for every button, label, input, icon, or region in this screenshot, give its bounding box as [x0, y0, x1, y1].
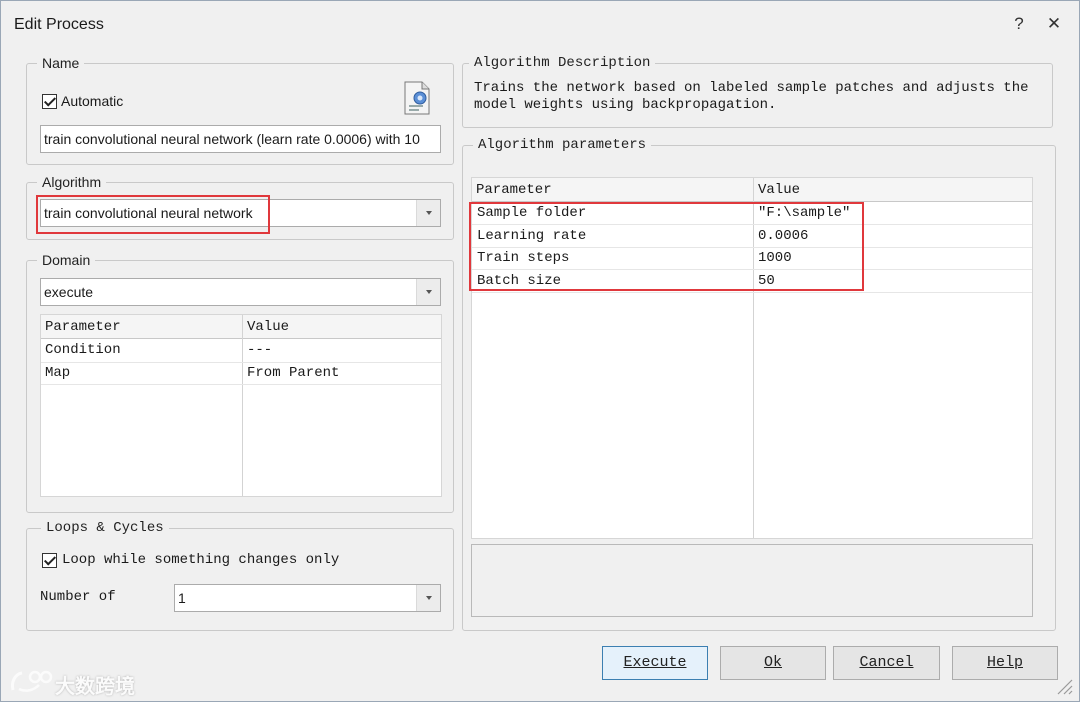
table-row-value[interactable]: --- — [247, 339, 272, 361]
table-row-parameter[interactable]: Batch size — [477, 270, 561, 292]
name-legend: Name — [37, 54, 85, 72]
cancel-button-label: Cancel — [859, 654, 914, 671]
table-row-parameter[interactable]: Condition — [45, 339, 121, 361]
table-row-parameter[interactable]: Map — [45, 362, 70, 384]
cancel-button[interactable]: Cancel — [833, 646, 940, 680]
column-header-value: Value — [758, 182, 801, 198]
algorithm-parameter-table: Parameter Value Sample folder "F:\sample… — [471, 177, 1033, 539]
table-row-value[interactable]: From Parent — [247, 362, 339, 384]
help-icon[interactable]: ? — [1008, 14, 1030, 34]
algorithm-select-value: train convolutional neural network — [44, 205, 253, 221]
table-row-value[interactable]: 50 — [758, 270, 775, 292]
domain-parameter-table: Parameter Value Condition --- Map From P… — [40, 314, 442, 497]
chevron-down-icon[interactable] — [416, 279, 440, 305]
ok-button[interactable]: Ok — [720, 646, 826, 680]
table-row-value[interactable]: 0.0006 — [758, 225, 808, 247]
row-divider — [41, 384, 441, 385]
help-button-label: Help — [986, 654, 1023, 671]
column-header-parameter: Parameter — [476, 182, 552, 198]
chevron-down-icon[interactable] — [416, 585, 440, 611]
domain-select[interactable]: execute — [40, 278, 441, 306]
column-header-value: Value — [247, 319, 290, 335]
column-divider — [242, 315, 243, 496]
automatic-label: Automatic — [61, 93, 124, 109]
table-row-value[interactable]: 1000 — [758, 247, 792, 269]
table-header — [472, 178, 1032, 202]
execute-button[interactable]: Execute — [602, 646, 708, 680]
automatic-checkbox[interactable] — [42, 94, 57, 109]
row-divider — [472, 292, 1032, 293]
column-header-parameter: Parameter — [45, 319, 121, 335]
execute-button-label: Execute — [623, 654, 687, 671]
parameter-help-panel — [471, 544, 1033, 617]
algorithm-description-text: Trains the network based on labeled samp… — [474, 80, 1029, 113]
column-divider — [753, 178, 754, 538]
loops-group: Loops & Cycles — [26, 519, 454, 631]
number-of-label: Number of — [40, 589, 116, 605]
close-icon[interactable]: ✕ — [1043, 14, 1065, 34]
watermark-text: 大数跨境 — [55, 676, 135, 698]
algorithm-legend: Algorithm — [37, 173, 107, 191]
table-row-parameter[interactable]: Learning rate — [477, 225, 586, 247]
description-legend: Algorithm Description — [469, 54, 656, 72]
watermark-icon — [11, 670, 53, 692]
process-document-icon[interactable] — [403, 81, 431, 115]
table-row-parameter[interactable]: Train steps — [477, 247, 569, 269]
title-bar: Edit Process ? ✕ — [1, 1, 1079, 49]
number-of-select[interactable]: 1 — [174, 584, 441, 612]
window-title: Edit Process — [14, 16, 104, 33]
row-divider — [41, 362, 441, 363]
ok-button-label: Ok — [763, 654, 782, 671]
chevron-down-icon[interactable] — [416, 200, 440, 226]
domain-legend: Domain — [37, 251, 96, 269]
algorithm-select[interactable]: train convolutional neural network — [40, 199, 441, 227]
loops-legend: Loops & Cycles — [41, 519, 169, 537]
number-of-value: 1 — [178, 590, 186, 606]
parameters-legend: Algorithm parameters — [473, 136, 652, 154]
description-group: Algorithm Description Trains the network… — [462, 54, 1053, 128]
domain-select-value: execute — [44, 284, 94, 300]
table-row-value[interactable]: "F:\sample" — [758, 202, 850, 224]
help-button[interactable]: Help — [952, 646, 1058, 680]
resize-grip-icon[interactable] — [1055, 677, 1073, 695]
loop-while-changes-label: Loop while something changes only — [62, 552, 340, 568]
process-name-input[interactable]: train convolutional neural network (lear… — [40, 125, 441, 153]
table-row-parameter[interactable]: Sample folder — [477, 202, 586, 224]
loop-while-changes-checkbox[interactable] — [42, 553, 57, 568]
edit-process-dialog: Edit Process ? ✕ Name Automatic train co… — [0, 0, 1080, 702]
